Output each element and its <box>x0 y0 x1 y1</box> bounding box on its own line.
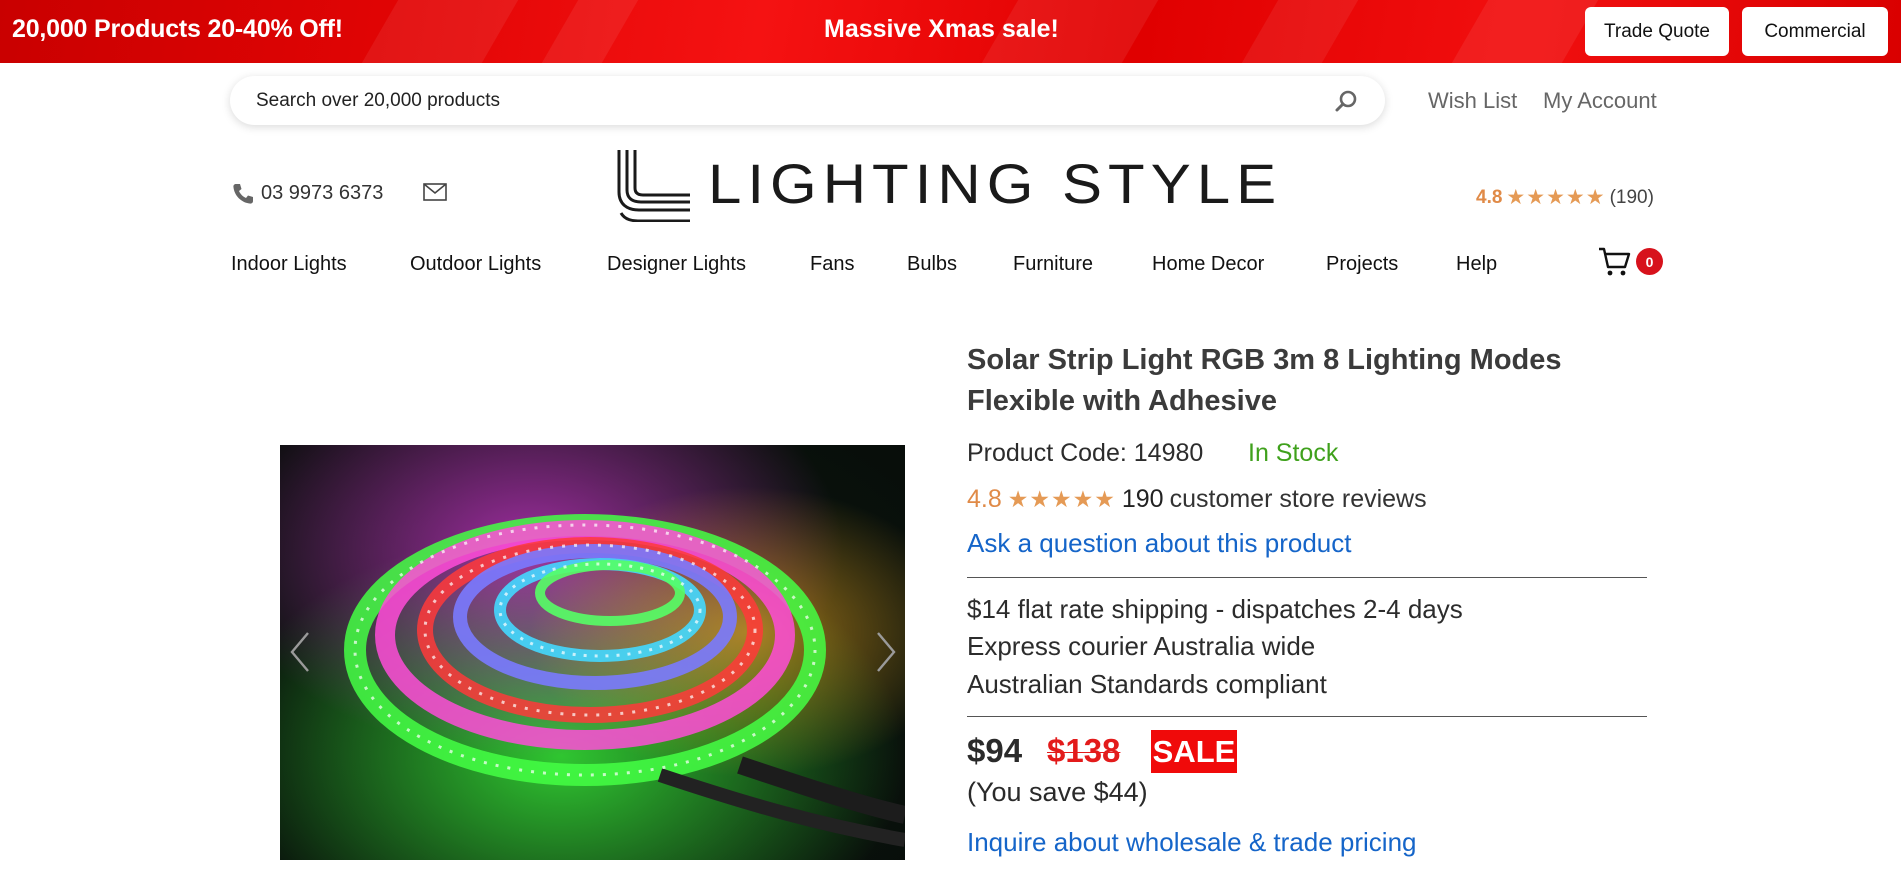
review-label: customer store reviews <box>1169 485 1427 513</box>
savings-text: (You save $44) <box>967 777 1148 807</box>
wholesale-pricing-link[interactable]: Inquire about wholesale & trade pricing <box>967 827 1417 858</box>
nav-item-designer-lights[interactable]: Designer Lights <box>607 253 746 276</box>
promo-sale-text: Massive Xmas sale! <box>824 15 1059 43</box>
store-rating-count: (190) <box>1609 186 1654 208</box>
trade-quote-button[interactable]: Trade Quote <box>1585 7 1729 56</box>
product-image[interactable] <box>280 445 905 860</box>
divider <box>967 577 1647 578</box>
nav-item-home-decor[interactable]: Home Decor <box>1152 253 1264 276</box>
phone-number[interactable]: 03 9973 6373 <box>261 182 383 205</box>
original-price: $138 <box>1047 732 1121 769</box>
sale-badge: SALE <box>1151 730 1237 773</box>
courier-info: Express courier Australia wide <box>967 631 1316 661</box>
wish-list-link[interactable]: Wish List <box>1428 88 1517 114</box>
product-reviews[interactable]: 4.8 ★★★★★ 190 customer store reviews <box>967 485 1427 514</box>
nav-item-projects[interactable]: Projects <box>1326 253 1398 276</box>
promo-banner: 20,000 Products 20-40% Off! Massive Xmas… <box>0 0 1901 63</box>
search-icon[interactable] <box>1333 88 1359 114</box>
product-code: Product Code: 14980 <box>967 439 1204 467</box>
mail-icon[interactable] <box>423 183 447 201</box>
nav-item-fans[interactable]: Fans <box>810 253 854 276</box>
divider <box>967 716 1647 717</box>
store-rating-score: 4.8 <box>1476 186 1503 208</box>
standards-info: Australian Standards compliant <box>967 669 1327 699</box>
product-rating-score: 4.8 <box>967 485 1002 513</box>
ask-question-link[interactable]: Ask a question about this product <box>967 528 1351 559</box>
phone-icon <box>233 184 253 204</box>
shipping-info: $14 flat rate shipping - dispatches 2-4 … <box>967 594 1463 624</box>
review-count: 190 <box>1121 485 1164 513</box>
store-rating[interactable]: 4.8 ★★★★★ (190) <box>1476 185 1654 210</box>
current-price: $94 <box>967 732 1023 769</box>
product-title: Solar Strip Light RGB 3m 8 Lighting Mode… <box>967 344 1562 417</box>
gallery-next-arrow-icon[interactable] <box>874 630 898 674</box>
cart-icon[interactable] <box>1598 246 1632 278</box>
commercial-button[interactable]: Commercial <box>1742 7 1888 56</box>
logo-text[interactable]: LIGHTING STYLE <box>708 157 1282 212</box>
nav-item-help[interactable]: Help <box>1456 253 1497 276</box>
product-rating-stars: ★★★★★ <box>1007 486 1116 512</box>
my-account-link[interactable]: My Account <box>1543 88 1657 114</box>
gallery-prev-arrow-icon[interactable] <box>288 630 312 674</box>
nav-item-outdoor-lights[interactable]: Outdoor Lights <box>410 253 541 276</box>
search-input[interactable] <box>256 76 1306 125</box>
stock-status: In Stock <box>1248 439 1339 467</box>
logo-mark-icon[interactable] <box>617 150 690 222</box>
cart-count-badge[interactable]: 0 <box>1636 248 1663 275</box>
nav-item-bulbs[interactable]: Bulbs <box>907 253 957 276</box>
nav-item-indoor-lights[interactable]: Indoor Lights <box>231 253 347 276</box>
search-bar <box>230 76 1385 125</box>
nav-item-furniture[interactable]: Furniture <box>1013 253 1093 276</box>
store-rating-stars: ★★★★★ <box>1506 186 1606 209</box>
promo-discount-text: 20,000 Products 20-40% Off! <box>12 15 343 43</box>
